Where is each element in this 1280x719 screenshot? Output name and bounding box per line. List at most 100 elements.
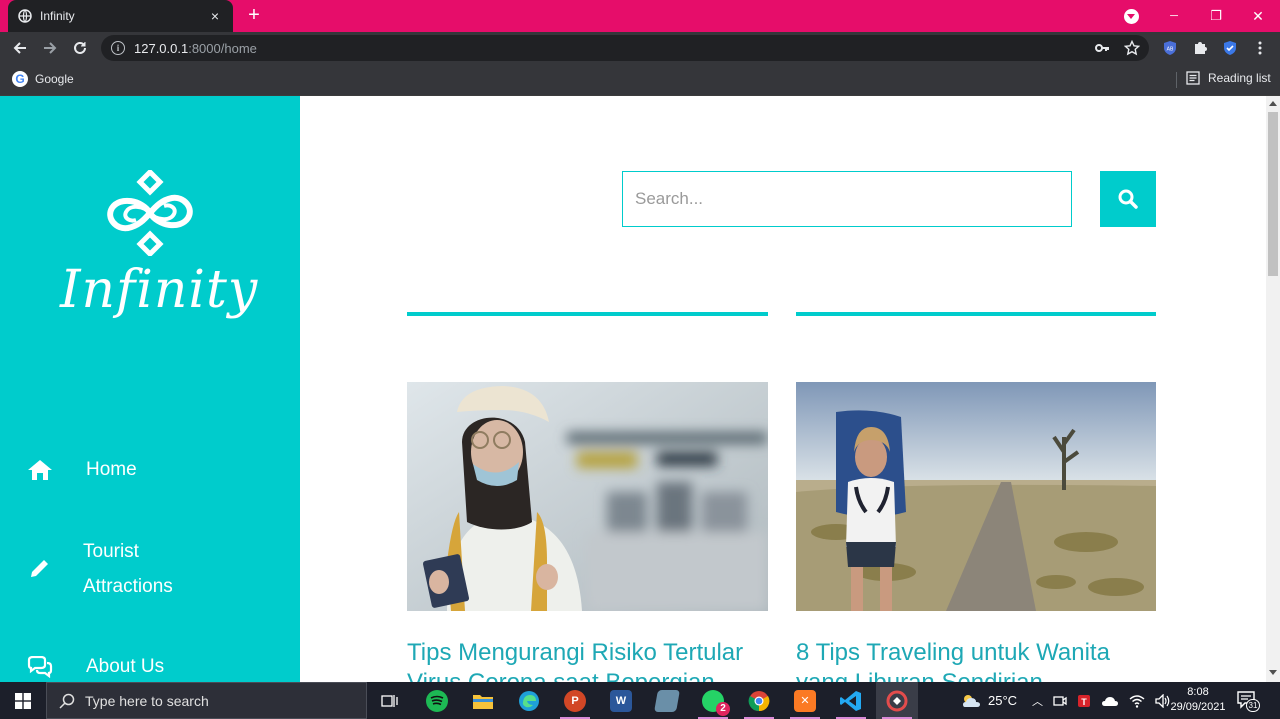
sidebar-item-label-line2: Attractions xyxy=(83,576,173,597)
menu-dots-icon[interactable] xyxy=(1250,38,1270,58)
search-icon xyxy=(59,693,75,709)
article-image-traveler-with-mask[interactable] xyxy=(407,382,768,611)
browser-tabstrip: Infinity × + ─ ❐ ✕ xyxy=(0,0,1280,32)
article-title[interactable]: 8 Tips Traveling untuk Wanita yang Libur… xyxy=(796,638,1156,682)
notes-icon xyxy=(654,689,680,712)
main-content: Tips Mengurangi Risiko Tertular Virus Co… xyxy=(300,96,1266,682)
taskbar-app-chrome[interactable] xyxy=(738,682,780,719)
taskbar-app-file-explorer[interactable] xyxy=(462,682,504,719)
key-icon[interactable] xyxy=(1092,38,1112,58)
chevron-up-icon[interactable]: ︿ xyxy=(1032,693,1043,709)
new-tab-button[interactable]: + xyxy=(244,4,264,28)
taskbar-search-box[interactable]: Type here to search xyxy=(46,682,367,719)
reload-button[interactable] xyxy=(70,38,90,58)
weather-temperature: 25°C xyxy=(988,693,1018,708)
scroll-up-arrow-icon[interactable] xyxy=(1269,101,1277,106)
taskbar-app-word[interactable]: W xyxy=(600,682,642,719)
xampp-icon: ✕ xyxy=(794,689,816,712)
search-button[interactable] xyxy=(1100,171,1156,227)
taskbar-app-vscode[interactable] xyxy=(830,682,872,719)
address-bar[interactable]: i 127.0.0.1 :8000/home xyxy=(101,35,1149,61)
laragon-icon xyxy=(886,690,908,712)
system-tray: ︿ T xyxy=(1032,682,1171,719)
svg-text:AB: AB xyxy=(1167,47,1174,53)
sidebar-item-home[interactable]: Home xyxy=(0,452,300,488)
onedrive-cloud-icon[interactable] xyxy=(1101,695,1119,707)
weather-widget[interactable]: 25°C xyxy=(960,682,1017,719)
minimize-button[interactable]: ─ xyxy=(1160,0,1188,32)
svg-text:T: T xyxy=(1081,697,1087,707)
sidebar-item-about-us[interactable]: About Us xyxy=(0,649,300,682)
taskbar-app-notes[interactable] xyxy=(646,682,688,719)
notification-center-button[interactable]: 31 xyxy=(1236,690,1260,712)
screen: Infinity × + ─ ❐ ✕ i 127.0.0.1 :8000/hom… xyxy=(0,0,1280,719)
bookmarks-divider xyxy=(1176,72,1177,88)
star-icon[interactable] xyxy=(1122,38,1142,58)
volume-icon[interactable] xyxy=(1155,693,1171,708)
card-divider xyxy=(407,312,768,316)
back-button[interactable] xyxy=(10,38,30,58)
tab-search-button[interactable] xyxy=(1120,0,1142,32)
spotify-icon xyxy=(426,689,448,712)
powerpoint-icon: P xyxy=(564,689,586,712)
word-icon: W xyxy=(610,689,632,712)
forward-button[interactable] xyxy=(40,38,60,58)
antivirus-icon[interactable]: T xyxy=(1077,694,1091,708)
puzzle-extension-icon[interactable] xyxy=(1190,38,1210,58)
google-icon: G xyxy=(12,71,28,87)
bookmark-google-label: Google xyxy=(35,72,74,86)
task-view-button[interactable] xyxy=(369,682,411,719)
taskbar-app-spotify[interactable] xyxy=(416,682,458,719)
article-image-backpacker-on-road[interactable] xyxy=(796,382,1156,611)
pencil-icon xyxy=(26,554,54,582)
bookmark-google[interactable]: G Google xyxy=(12,71,74,87)
whatsapp-icon: 2 xyxy=(702,689,730,716)
adblock-extension-icon[interactable]: AB xyxy=(1160,38,1180,58)
arrow-right-icon xyxy=(44,42,57,54)
reading-list-button[interactable]: Reading list xyxy=(1186,71,1271,85)
notification-badge: 2 xyxy=(716,701,730,716)
start-button[interactable] xyxy=(0,682,46,719)
tab-close-icon[interactable]: × xyxy=(207,8,223,24)
taskbar-search-placeholder: Type here to search xyxy=(85,692,209,709)
notification-count: 31 xyxy=(1246,699,1260,712)
shield-check-icon[interactable] xyxy=(1220,38,1240,58)
maximize-button[interactable]: ❐ xyxy=(1202,0,1230,32)
wifi-icon[interactable] xyxy=(1129,694,1145,708)
page-scrollbar[interactable] xyxy=(1266,96,1280,682)
sidebar-item-label: About Us xyxy=(86,656,165,677)
sidebar-item-tourist-attractions[interactable]: Tourist Attractions xyxy=(0,534,300,604)
info-icon[interactable]: i xyxy=(111,41,125,55)
tab-title: Infinity xyxy=(40,9,75,23)
infinity-logo-icon xyxy=(107,170,193,256)
taskbar-app-whatsapp[interactable]: 2 xyxy=(692,682,734,719)
search-input[interactable] xyxy=(622,171,1072,227)
meet-now-icon[interactable] xyxy=(1053,694,1067,708)
scroll-thumb[interactable] xyxy=(1268,112,1278,276)
scroll-down-arrow-icon[interactable] xyxy=(1269,670,1277,675)
taskbar-app-xampp[interactable]: ✕ xyxy=(784,682,826,719)
article-title[interactable]: Tips Mengurangi Risiko Tertular Virus Co… xyxy=(407,638,777,682)
reading-list-icon xyxy=(1186,71,1200,85)
browser-tab[interactable]: Infinity × xyxy=(8,0,233,32)
close-window-button[interactable]: ✕ xyxy=(1244,0,1272,32)
bookmarks-bar: G Google Reading list xyxy=(0,64,1280,96)
reading-list-label: Reading list xyxy=(1208,71,1271,85)
arrow-left-icon xyxy=(13,42,26,54)
taskbar-app-laragon[interactable] xyxy=(876,682,918,719)
url-path: :8000/home xyxy=(188,40,257,56)
logo-wordmark: Infinity xyxy=(60,260,259,320)
task-view-icon xyxy=(381,694,398,707)
taskbar-clock[interactable]: 8:08 29/09/2021 xyxy=(1170,685,1226,715)
browser-toolbar: i 127.0.0.1 :8000/home AB xyxy=(0,32,1280,64)
card-divider xyxy=(796,312,1156,316)
clock-time: 8:08 xyxy=(1187,686,1209,698)
page-viewport: Infinity Home Tourist Attractions About … xyxy=(0,96,1280,682)
folder-icon xyxy=(472,690,494,712)
windows-logo-icon xyxy=(15,692,31,709)
url-host: 127.0.0.1 xyxy=(134,40,189,56)
taskbar-app-edge[interactable] xyxy=(508,682,550,719)
taskbar-app-powerpoint[interactable]: P xyxy=(554,682,596,719)
clock-date: 29/09/2021 xyxy=(1170,701,1226,713)
sidebar-item-label: Home xyxy=(86,459,137,480)
